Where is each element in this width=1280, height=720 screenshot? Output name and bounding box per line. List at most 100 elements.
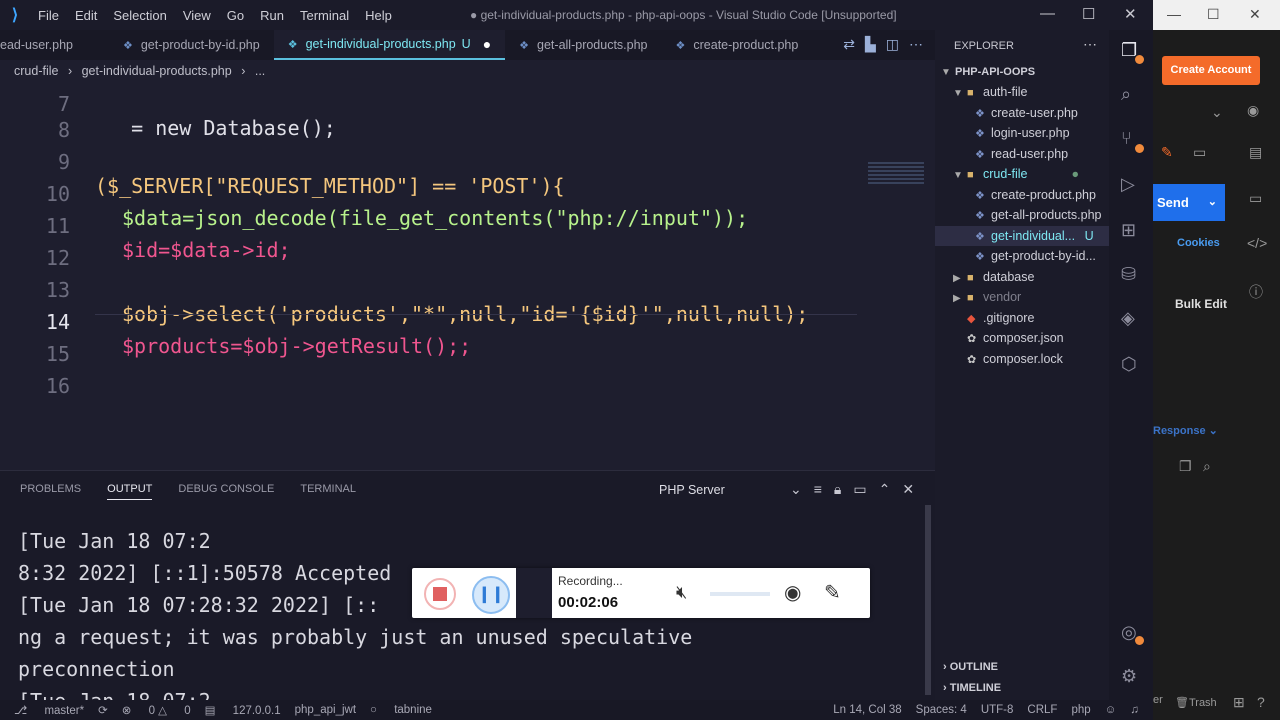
pen-icon[interactable]: ✎ (824, 580, 841, 605)
language-mode[interactable]: php (1071, 704, 1090, 716)
code-line[interactable]: 16 (0, 350, 935, 398)
database-icon[interactable]: ⛁ (1121, 264, 1136, 285)
maximize-icon[interactable]: ☐ (1207, 6, 1220, 23)
settings-gear-icon[interactable]: ⚙ (1121, 666, 1137, 687)
problems-count[interactable]: ⊗ 0 △ 0 (122, 703, 191, 717)
menu-edit[interactable]: Edit (67, 8, 105, 23)
pause-recording-button[interactable]: ❙❙ (472, 576, 510, 614)
chevron-up-icon[interactable]: ⌃ (879, 481, 891, 498)
create-account-button[interactable]: Create Account (1162, 56, 1260, 85)
tabnine-item[interactable]: ○ tabnine (370, 704, 432, 716)
menu-selection[interactable]: Selection (105, 8, 174, 23)
tab-get-product-by-id[interactable]: ❖ get-product-by-id.php (109, 30, 274, 60)
grid-icon[interactable]: ⊞ (1233, 694, 1245, 711)
breadcrumb-file[interactable]: get-individual-products.php (82, 64, 232, 78)
unsaved-dot-icon[interactable]: ● (483, 36, 491, 52)
git-branch[interactable]: ⎇ master* (14, 703, 84, 717)
menu-view[interactable]: View (175, 8, 219, 23)
tree-file-composer-lock[interactable]: ✿ composer.lock (935, 349, 1109, 369)
tree-folder-crud-file[interactable]: ▼ ■ crud-file ● (935, 164, 1109, 184)
tree-file-login-user[interactable]: ❖ login-user.php (935, 123, 1109, 143)
tab-get-all-products[interactable]: ❖ get-all-products.php (505, 30, 661, 60)
more-actions-icon[interactable]: ⋯ (909, 36, 923, 53)
info-icon[interactable]: ⓘ (1249, 282, 1263, 302)
eye-icon[interactable]: ◉ (1247, 102, 1259, 119)
menu-help[interactable]: Help (357, 8, 400, 23)
indentation[interactable]: Spaces: 4 (916, 704, 967, 716)
tree-file-get-product-by-id[interactable]: ❖ get-product-by-id... (935, 246, 1109, 266)
code-line[interactable]: 15 (0, 318, 935, 366)
lock-icon[interactable]: 🔒︎ (834, 481, 841, 498)
outline-section[interactable]: › OUTLINE (943, 661, 998, 673)
code-line[interactable]: 13 $obj->select('products',"*",null,"id=… (0, 254, 935, 326)
split-editor-icon[interactable]: ◫ (886, 36, 899, 53)
stop-recording-button[interactable] (424, 578, 456, 610)
menu-go[interactable]: Go (219, 8, 252, 23)
close-icon[interactable]: ✕ (1124, 5, 1137, 23)
search-icon[interactable]: ⌕ (1203, 458, 1211, 475)
close-panel-icon[interactable]: ✕ (902, 481, 914, 498)
tree-folder-auth-file[interactable]: ▼ ■ auth-file (935, 82, 1109, 102)
chevron-down-icon[interactable]: ⌄ (790, 481, 802, 498)
timeline-section[interactable]: › TIMELINE (943, 682, 1001, 694)
tab-debug-console[interactable]: DEBUG CONSOLE (178, 483, 274, 500)
cookies-link[interactable]: Cookies (1177, 237, 1220, 249)
cursor-position[interactable]: Ln 14, Col 38 (833, 704, 901, 716)
volume-slider[interactable] (710, 592, 770, 596)
document-icon[interactable]: ▤ (1249, 144, 1262, 161)
tab-terminal[interactable]: TERMINAL (300, 483, 356, 500)
explorer-root[interactable]: ▼ PHP-API-OOPS (935, 62, 1109, 82)
tree-file-composer-json[interactable]: ✿ composer.json (935, 328, 1109, 348)
environment-item[interactable]: php_api_jwt (295, 704, 356, 716)
more-icon[interactable]: ⋯ (1083, 36, 1097, 53)
comment-icon[interactable]: ▭ (1249, 190, 1262, 207)
code-line[interactable]: 9 ($_SERVER["REQUEST_METHOD"] == 'POST')… (0, 126, 935, 198)
panel-scrollbar[interactable] (925, 505, 931, 695)
feedback-icon[interactable]: ☺ (1105, 704, 1117, 716)
response-dropdown[interactable]: Response ⌄ (1153, 424, 1218, 437)
webcam-icon[interactable]: ◉ (784, 580, 801, 605)
tab-get-individual-products[interactable]: ❖ get-individual-products.php U ● (273, 30, 506, 60)
tree-file-get-individual-products[interactable]: ❖ get-individual... U (935, 226, 1109, 246)
tree-file-create-product[interactable]: ❖ create-product.php (935, 185, 1109, 205)
output-source-select[interactable]: PHP Server (659, 483, 725, 497)
tree-folder-database[interactable]: ▶ ■ database (935, 267, 1109, 287)
copy-icon[interactable]: ❐ (1179, 458, 1192, 475)
code-line[interactable]: 10 $data=json_decode(file_get_contents("… (0, 158, 935, 230)
menu-run[interactable]: Run (252, 8, 292, 23)
code-line[interactable]: 12 (0, 222, 935, 270)
tree-folder-vendor[interactable]: ▶ ■ vendor (935, 287, 1109, 307)
edit-icon[interactable]: ✎ (1161, 144, 1173, 161)
code-line[interactable]: 8 (0, 94, 935, 142)
tab-create-product[interactable]: ❖ create-product.php (662, 30, 813, 60)
code-editor[interactable]: 7 = new Database(); 8 9 ($_SERVER["REQUE… (0, 80, 935, 470)
send-button[interactable]: Send ⌄ (1153, 184, 1225, 221)
run-debug-icon[interactable]: ▷ (1121, 174, 1135, 195)
layers-icon[interactable]: ◈ (1121, 308, 1135, 329)
tree-file-create-user[interactable]: ❖ create-user.php (935, 103, 1109, 123)
code-line[interactable]: 11 $id=$data->id; (0, 190, 935, 262)
trash-button[interactable]: 🗑︎Trash (1175, 696, 1217, 709)
comment-icon[interactable]: ▭ (1193, 144, 1206, 161)
breadcrumb-folder[interactable]: crud-file (14, 64, 58, 78)
encoding[interactable]: UTF-8 (981, 704, 1014, 716)
chevron-down-icon[interactable]: ⌄ (1211, 104, 1223, 121)
tab-problems[interactable]: PROBLEMS (20, 483, 81, 500)
menu-terminal[interactable]: Terminal (292, 8, 357, 23)
compare-icon[interactable]: ⇄ (843, 36, 855, 53)
mute-icon[interactable]: 🔇︎ (676, 582, 687, 603)
tab-output[interactable]: OUTPUT (107, 483, 153, 500)
minimize-icon[interactable]: — (1040, 5, 1055, 22)
server-item[interactable]: ▤ 127.0.0.1 (205, 703, 281, 717)
bulk-edit-button[interactable]: Bulk Edit (1175, 297, 1227, 311)
tab-read-user[interactable]: ead-user.php (0, 30, 87, 60)
cube-icon[interactable]: ⬡ (1121, 354, 1137, 375)
maximize-icon[interactable]: ☐ (1082, 5, 1095, 23)
notifications-icon[interactable]: ♫ (1130, 704, 1139, 716)
tree-file-read-user[interactable]: ❖ read-user.php (935, 144, 1109, 164)
line-ending[interactable]: CRLF (1027, 704, 1057, 716)
minimize-icon[interactable]: — (1167, 6, 1181, 22)
tree-file-gitignore[interactable]: ◆ .gitignore (935, 308, 1109, 328)
sync-icon[interactable]: ⟳ (98, 703, 108, 717)
maximize-panel-icon[interactable]: ▭ (853, 481, 866, 498)
